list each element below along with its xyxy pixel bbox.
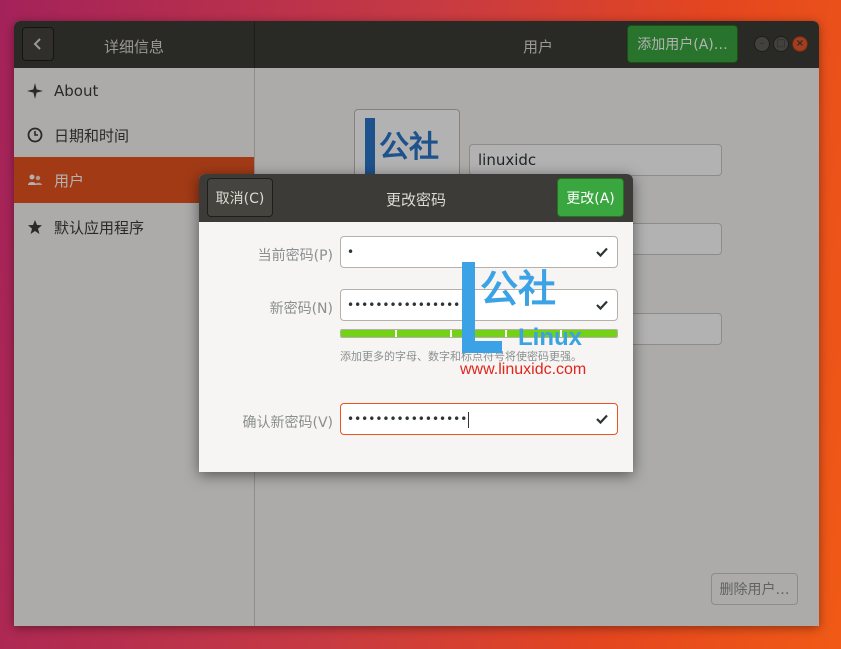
new-password-label: 新密码(N) xyxy=(269,301,333,317)
new-password-value: ••••••••••••••••• xyxy=(347,298,468,312)
current-password-value: • xyxy=(347,245,355,259)
cancel-button[interactable]: 取消(C) xyxy=(207,178,273,217)
watermark-logo-bar xyxy=(462,262,475,352)
strength-segment-divider xyxy=(395,330,397,337)
watermark-logo-base xyxy=(462,341,502,353)
confirm-password-value: ••••••••••••••••• xyxy=(347,412,468,426)
check-icon xyxy=(596,414,608,425)
check-icon xyxy=(596,247,608,258)
site-watermark: 公社 Linux www.linuxidc.com xyxy=(458,258,608,388)
confirm-password-field[interactable]: ••••••••••••••••• xyxy=(340,403,618,435)
change-button[interactable]: 更改(A) xyxy=(557,178,624,217)
watermark-url: www.linuxidc.com xyxy=(460,361,587,378)
strength-segment-divider xyxy=(450,330,452,337)
dialog-header: 取消(C) 更改密码 更改(A) xyxy=(199,174,633,222)
dialog-title: 更改密码 xyxy=(386,191,447,209)
text-cursor xyxy=(468,411,470,428)
watermark-linux-text: Linux xyxy=(518,324,582,351)
confirm-password-label: 确认新密码(V) xyxy=(242,415,333,431)
current-password-label: 当前密码(P) xyxy=(257,248,333,264)
watermark-cn-text: 公社 xyxy=(480,267,557,311)
